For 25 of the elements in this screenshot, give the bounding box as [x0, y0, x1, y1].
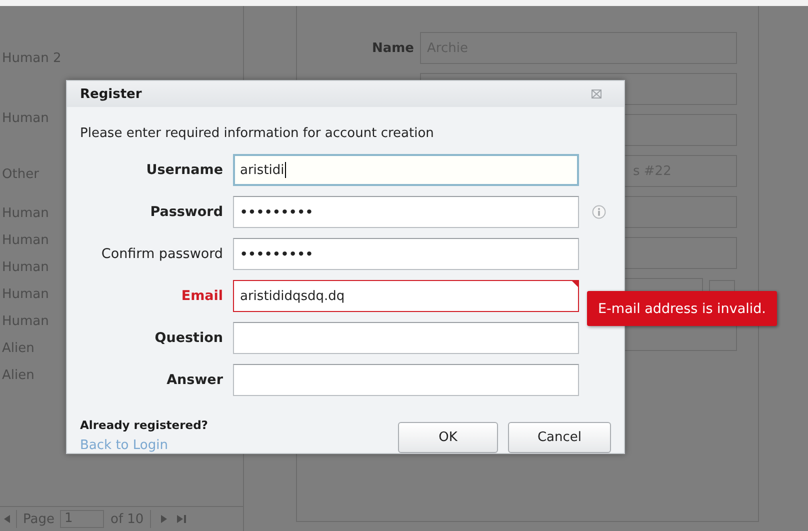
- info-icon[interactable]: [592, 205, 606, 219]
- previous-icon[interactable]: [4, 515, 10, 523]
- next-icon[interactable]: [160, 515, 167, 523]
- field-label: Password: [149, 204, 223, 220]
- field-label: Email: [180, 288, 223, 304]
- close-icon[interactable]: [591, 89, 602, 99]
- password-field[interactable]: •••••••••: [233, 196, 579, 228]
- last-page-icon[interactable]: [176, 515, 186, 523]
- input-field[interactable]: [233, 322, 579, 354]
- input-field[interactable]: aristidi: [233, 154, 579, 186]
- name-label: Name: [370, 40, 414, 56]
- field-label: Username: [145, 162, 223, 178]
- back-to-login-link[interactable]: Back to Login: [80, 438, 208, 453]
- instruction-text: Please enter required information for account creation: [80, 126, 435, 141]
- dialog-title: Register: [80, 86, 142, 102]
- ok-button[interactable]: OK: [398, 422, 498, 453]
- cancel-button[interactable]: Cancel: [508, 422, 611, 453]
- field-label: Confirm password: [100, 246, 223, 262]
- password-field[interactable]: •••••••••: [233, 238, 579, 270]
- field-label: Answer: [166, 372, 223, 388]
- field-label: Question: [154, 330, 223, 346]
- input-field[interactable]: [233, 364, 579, 396]
- input-field[interactable]: aristididqsdq.dq: [233, 280, 579, 312]
- error-tooltip: E-mail address is invalid.: [587, 291, 777, 326]
- login-prompt: Already registered?: [80, 418, 208, 432]
